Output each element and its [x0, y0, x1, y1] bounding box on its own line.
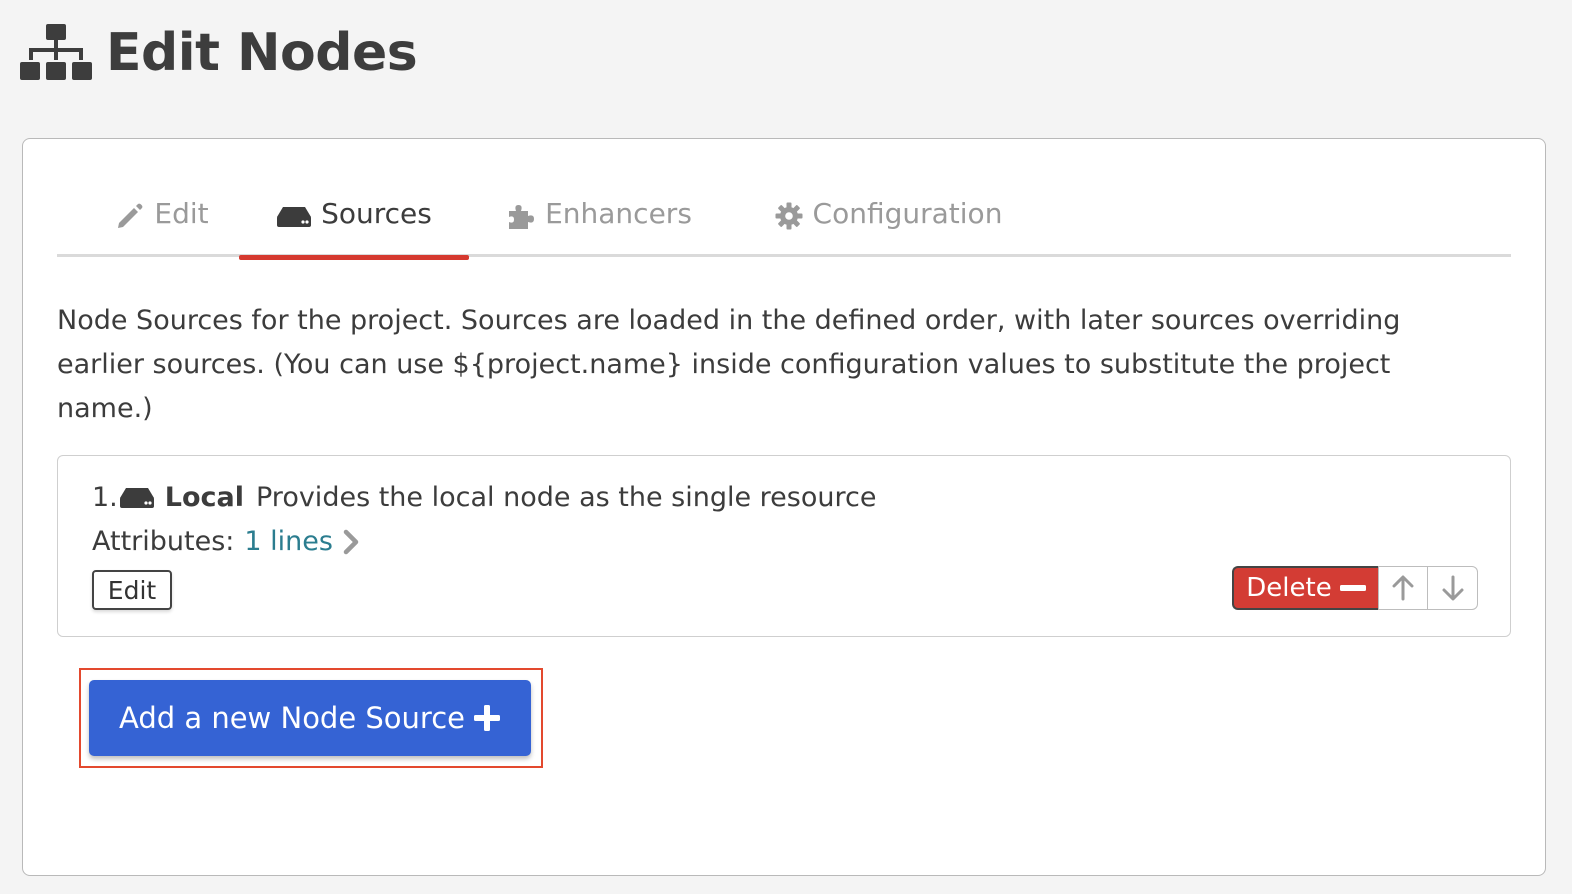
plus-icon: [474, 705, 501, 731]
tab-configuration-label: Configuration: [812, 197, 1003, 230]
delete-source-button[interactable]: Delete: [1232, 566, 1378, 610]
source-name: Local: [164, 482, 244, 513]
node-editor-card: Edit Sources Enhancers Configuration Nod…: [22, 138, 1546, 876]
tab-sources-label: Sources: [321, 197, 432, 230]
hdd-icon: [119, 487, 154, 508]
move-up-button[interactable]: [1378, 566, 1428, 610]
chevron-right-icon[interactable]: [341, 529, 361, 555]
arrow-up-icon: [1392, 575, 1414, 601]
node-source-item: 1. Local Provides the local node as the …: [57, 455, 1511, 637]
add-node-source-button[interactable]: Add a new Node Source: [89, 680, 531, 756]
page-header: Edit Nodes: [20, 18, 418, 88]
move-down-button[interactable]: [1428, 566, 1478, 610]
tab-edit[interactable]: Edit: [107, 197, 217, 257]
source-index: 1.: [92, 482, 118, 513]
sitemap-icon: [20, 24, 92, 80]
source-attributes: Attributes: 1 lines: [92, 526, 361, 557]
add-node-source-label: Add a new Node Source: [118, 701, 466, 735]
tab-edit-label: Edit: [154, 197, 209, 230]
gear-icon: [775, 202, 803, 230]
attributes-label: Attributes:: [92, 526, 235, 557]
tab-enhancers-label: Enhancers: [545, 197, 692, 230]
arrow-down-icon: [1442, 575, 1463, 601]
minus-icon: [1339, 585, 1366, 591]
page-title: Edit Nodes: [106, 23, 418, 83]
sources-description: Node Sources for the project. Sources ar…: [57, 305, 1401, 424]
tab-bar: Edit Sources Enhancers Configuration: [57, 179, 1511, 260]
tab-sources[interactable]: Sources: [239, 197, 469, 260]
edit-source-button[interactable]: Edit: [92, 570, 172, 610]
pencil-icon: [118, 203, 143, 228]
source-actions: Delete: [1232, 566, 1478, 610]
tab-enhancers[interactable]: Enhancers: [499, 197, 699, 257]
puzzle-icon: [509, 205, 535, 229]
tab-configuration[interactable]: Configuration: [763, 197, 1013, 257]
delete-label: Delete: [1246, 573, 1332, 603]
attributes-link[interactable]: 1 lines: [244, 526, 333, 557]
hdd-icon: [277, 207, 312, 227]
source-summary: Provides the local node as the single re…: [256, 482, 877, 513]
source-header: 1. Local Provides the local node as the …: [92, 482, 876, 513]
